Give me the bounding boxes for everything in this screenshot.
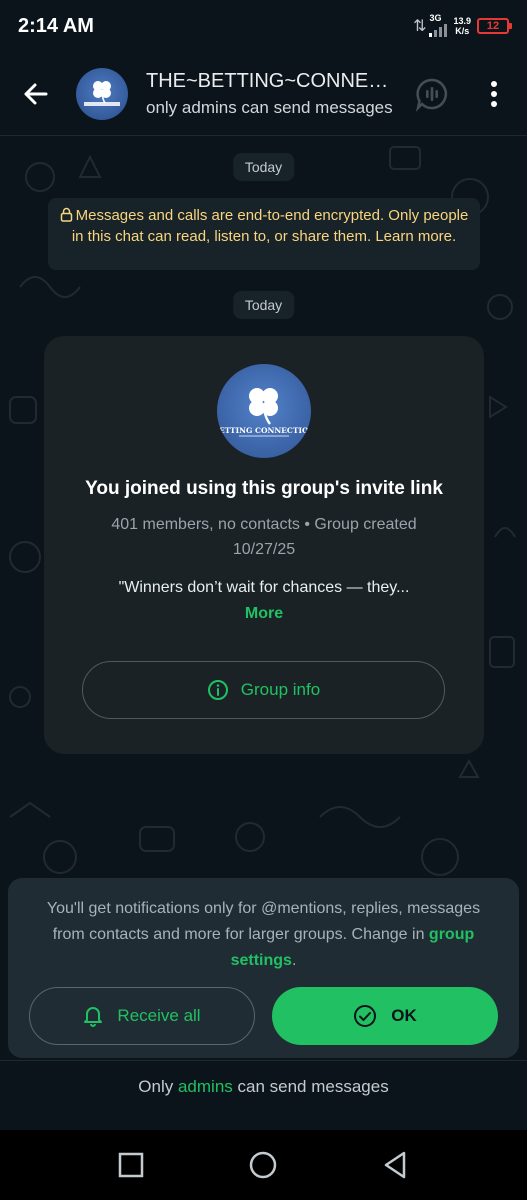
group-intro-card: BETTING CONNECTION You joined using this… bbox=[44, 336, 484, 754]
date-chip: Today bbox=[232, 153, 295, 181]
group-info-button[interactable]: Group info bbox=[82, 661, 445, 719]
admins-link[interactable]: admins bbox=[178, 1077, 233, 1096]
back-button[interactable] bbox=[16, 74, 56, 114]
status-bar: 2:14 AM ⇅ 3G 13.9 K/s 12 bbox=[0, 0, 527, 52]
receive-all-button[interactable]: Receive all bbox=[29, 987, 255, 1045]
data-transfer-icon: ⇅ bbox=[413, 17, 427, 35]
group-avatar[interactable] bbox=[76, 68, 128, 120]
battery-icon: 12 bbox=[477, 17, 512, 34]
info-icon bbox=[207, 680, 228, 700]
home-button[interactable] bbox=[246, 1148, 280, 1182]
more-options-button[interactable] bbox=[480, 78, 508, 110]
network-type: 3G bbox=[429, 13, 442, 23]
chat-header: THE~BETTING~CONNECTION only admins can s… bbox=[0, 52, 527, 136]
group-card-avatar[interactable]: BETTING CONNECTION bbox=[217, 364, 311, 458]
triangle-back-icon bbox=[384, 1151, 406, 1179]
clover-logo-icon bbox=[84, 81, 120, 106]
bell-icon bbox=[84, 1007, 103, 1027]
ok-button[interactable]: OK bbox=[272, 987, 498, 1045]
learn-more-link[interactable]: Learn more. bbox=[375, 228, 456, 245]
clover-logo-icon: BETTING CONNECTION bbox=[217, 388, 311, 437]
circle-icon bbox=[249, 1151, 277, 1179]
group-description: "Winners don’t wait for chances — they..… bbox=[118, 579, 410, 596]
vertical-dots-icon bbox=[491, 81, 497, 107]
voice-chat-button[interactable] bbox=[414, 76, 450, 112]
admins-only-footer: Only admins can send messages bbox=[0, 1060, 527, 1130]
lock-icon bbox=[60, 207, 73, 227]
group-meta: 401 members, no contacts • Group created… bbox=[111, 516, 417, 558]
status-icons: ⇅ 3G 13.9 K/s 12 bbox=[413, 13, 512, 37]
signal-strength-icon: 3G bbox=[429, 13, 448, 37]
receive-all-label: Receive all bbox=[117, 1006, 201, 1025]
network-speed: 13.9 K/s bbox=[453, 15, 471, 36]
date-chip: Today bbox=[232, 291, 295, 319]
back-nav-button[interactable] bbox=[378, 1148, 412, 1182]
status-time: 2:14 AM bbox=[18, 15, 94, 37]
notification-settings-panel: You'll get notifications only for @menti… bbox=[8, 878, 519, 1058]
group-status[interactable]: only admins can send messages bbox=[146, 98, 396, 118]
back-arrow-icon bbox=[24, 83, 48, 105]
group-info-label: Group info bbox=[240, 680, 321, 699]
ok-label: OK bbox=[391, 1006, 417, 1025]
encryption-notice[interactable]: Messages and calls are end-to-end encryp… bbox=[48, 198, 480, 270]
logo-text: BETTING CONNECTION bbox=[217, 426, 311, 435]
system-nav-bar bbox=[0, 1130, 527, 1200]
check-circle-icon bbox=[354, 1005, 377, 1027]
recents-button[interactable] bbox=[114, 1148, 148, 1182]
group-name[interactable]: THE~BETTING~CONNECTION bbox=[146, 70, 396, 93]
square-icon bbox=[118, 1152, 144, 1178]
voice-chat-icon bbox=[415, 78, 448, 112]
notification-message: You'll get notifications only for @menti… bbox=[46, 900, 481, 969]
card-title: You joined using this group's invite lin… bbox=[85, 478, 443, 499]
more-link[interactable]: More bbox=[44, 605, 484, 623]
